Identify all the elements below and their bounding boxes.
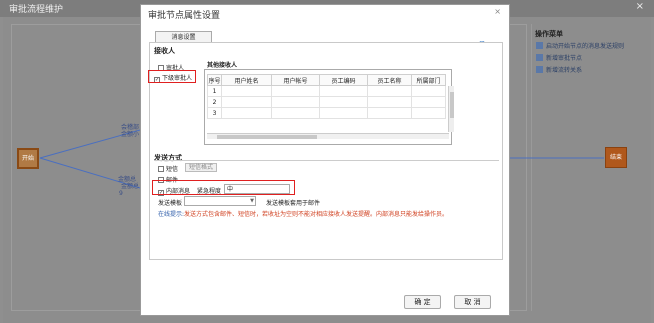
node-properties-dialog: 审批节点属性设置 × 消息设置 ? 接收人 审批人 ✓下级审批人 其他接收人 序…	[140, 4, 510, 316]
table-cell: 3	[207, 107, 222, 119]
receivers-table: 序号 用户姓名 用户帐号 员工编码 员工名称 所属部门 1 2 3	[207, 74, 446, 119]
table-cell[interactable]	[367, 96, 412, 108]
ok-button[interactable]: 确 定	[404, 295, 441, 309]
sms-format-button[interactable]: 短信格式	[185, 163, 218, 172]
dialog-title: 审批节点属性设置	[148, 11, 221, 21]
cancel-button[interactable]: 取 消	[454, 295, 491, 309]
tip-lead: 在线提示:	[158, 211, 185, 218]
online-tip: 在线提示:发送方式包含邮件、短信时，若收址为空则不能对相应接收人发送提醒。内部消…	[158, 209, 448, 218]
table-cell[interactable]	[221, 107, 272, 119]
template-label: 发送模板	[158, 200, 183, 207]
table-header-row: 序号 用户姓名 用户帐号 员工编码 员工名称 所属部门	[207, 74, 446, 86]
table-cell[interactable]	[367, 85, 412, 97]
column-header: 用户姓名	[221, 74, 272, 86]
edge-label: 9	[119, 190, 123, 197]
table-cell[interactable]	[221, 96, 272, 108]
template-select[interactable]: ▼	[184, 196, 256, 206]
table-row[interactable]: 3	[207, 107, 446, 119]
table-cell[interactable]	[411, 107, 446, 119]
column-header: 用户帐号	[271, 74, 320, 86]
edge-label: 金额总	[121, 183, 140, 190]
sms-label: 短信	[166, 166, 179, 173]
sms-option[interactable]: 短信	[158, 164, 178, 173]
end-node[interactable]: 结束	[605, 147, 627, 168]
table-cell[interactable]	[271, 85, 320, 97]
grid-vertical-scrollbar[interactable]	[448, 86, 454, 132]
table-cell[interactable]	[319, 96, 368, 108]
table-cell[interactable]	[271, 107, 320, 119]
table-row[interactable]: 2	[207, 96, 446, 108]
table-cell[interactable]	[411, 85, 446, 97]
table-cell: 2	[207, 96, 222, 108]
message-settings-panel: 接收人 审批人 ✓ 下级审批人 其他接收人 序号 用户姓名 用户帐号 员工编码 员…	[148, 42, 503, 260]
highlight-next-approver	[148, 70, 196, 83]
table-row[interactable]: 1	[207, 85, 446, 97]
chevron-down-icon: ▼	[250, 198, 254, 204]
scrollbar-thumb[interactable]	[450, 92, 454, 118]
edge-label: 金额总	[118, 176, 137, 183]
table-cell[interactable]	[367, 107, 412, 119]
column-header: 所属部门	[411, 74, 446, 86]
table-cell: 1	[207, 85, 222, 97]
column-header: 序号	[207, 74, 222, 86]
dialog-close-icon[interactable]: ×	[494, 7, 501, 16]
edge-label: 会稽部	[121, 124, 140, 131]
tip-body: 发送方式包含邮件、短信时，若收址为空则不能对相应接收人发送提醒。内部消息只能发给…	[184, 211, 449, 218]
scrollbar-thumb[interactable]	[217, 135, 317, 139]
table-cell[interactable]	[221, 85, 272, 97]
table-cell[interactable]	[411, 96, 446, 108]
other-receivers-label: 其他接收人	[207, 62, 238, 69]
grid-horizontal-scrollbar[interactable]	[207, 133, 449, 139]
template-note: 发送模板套用于邮件	[266, 200, 321, 207]
column-header: 员工名称	[367, 74, 412, 86]
receiver-section-label: 接收人	[154, 47, 175, 55]
table-cell[interactable]	[319, 85, 368, 97]
highlight-internal-message	[152, 180, 295, 195]
edge-label: 金额小	[121, 131, 140, 138]
start-node[interactable]: 开始	[17, 148, 39, 169]
column-header: 员工编码	[319, 74, 368, 86]
table-cell[interactable]	[271, 96, 320, 108]
sms-checkbox[interactable]	[158, 166, 164, 172]
table-cell[interactable]	[319, 107, 368, 119]
